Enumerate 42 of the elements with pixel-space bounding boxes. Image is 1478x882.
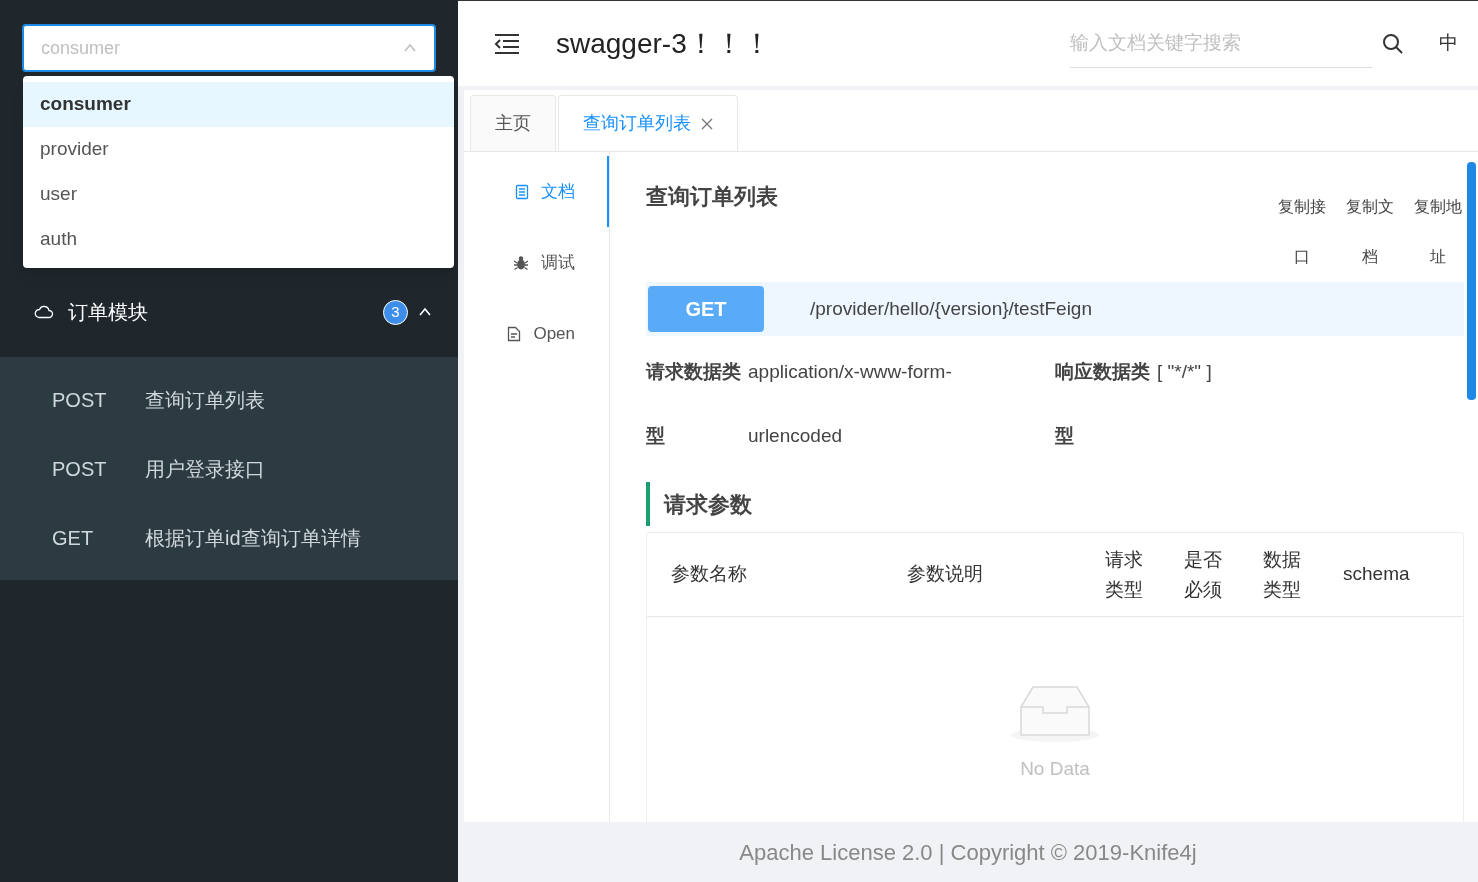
field-value: application/x-www-form-urlencoded	[748, 360, 953, 448]
column-header: 请求类型	[1105, 547, 1144, 602]
copy-link[interactable]: 复制接口	[1276, 182, 1328, 282]
bug-icon	[513, 254, 529, 271]
field-value: [ "*/*" ]	[1157, 360, 1213, 384]
empty-box-icon	[1009, 685, 1101, 743]
copy-link[interactable]: 复制文档	[1344, 182, 1396, 282]
copy-link[interactable]: 复制地址	[1412, 182, 1464, 282]
api-item[interactable]: POST 用户登录接口	[0, 434, 458, 503]
column-header: 是否必须	[1184, 547, 1223, 602]
column-header: 参数说明	[907, 562, 984, 587]
field-label: 请求数据类型	[646, 360, 742, 448]
section-title: 请求参数	[664, 490, 752, 519]
dropdown-option[interactable]: consumer	[23, 82, 454, 127]
app-title: swagger-3！！！	[556, 26, 772, 61]
api-title: 查询订单列表	[646, 183, 779, 211]
document-icon	[515, 183, 529, 200]
tab[interactable]: 主页	[470, 95, 556, 151]
column-header: 数据类型	[1263, 547, 1302, 602]
field-label: 响应数据类型	[1055, 360, 1151, 448]
close-icon[interactable]	[701, 117, 713, 130]
menu-icon[interactable]	[494, 32, 520, 55]
dropdown-option[interactable]: provider	[23, 127, 454, 172]
doc-nav-item[interactable]: 调试	[464, 227, 609, 298]
api-path: /provider/hello/{version}/testFeign	[810, 296, 1092, 321]
scrollbar-thumb[interactable]	[1467, 162, 1476, 400]
search-icon[interactable]	[1382, 32, 1404, 55]
column-header: 参数名称	[671, 562, 748, 587]
count-badge: 3	[383, 299, 408, 325]
api-item[interactable]: GET 根据订单id查询订单详情	[0, 503, 458, 572]
empty-text: No Data	[1020, 757, 1090, 781]
api-item[interactable]: POST 查询订单列表	[0, 365, 458, 434]
method-badge: GET	[648, 286, 764, 332]
menu-group[interactable]: 订单模块 3	[0, 280, 458, 344]
cloud-icon	[34, 305, 54, 319]
dropdown-option[interactable]: auth	[23, 217, 454, 262]
dropdown-option[interactable]: user	[23, 172, 454, 217]
doc-nav-item[interactable]: Open	[464, 298, 609, 369]
language-button[interactable]: 中	[1439, 29, 1458, 58]
column-header: schema	[1343, 562, 1411, 587]
search-field[interactable]: 输入文档关键字搜索	[1070, 19, 1372, 68]
file-icon	[507, 325, 522, 342]
